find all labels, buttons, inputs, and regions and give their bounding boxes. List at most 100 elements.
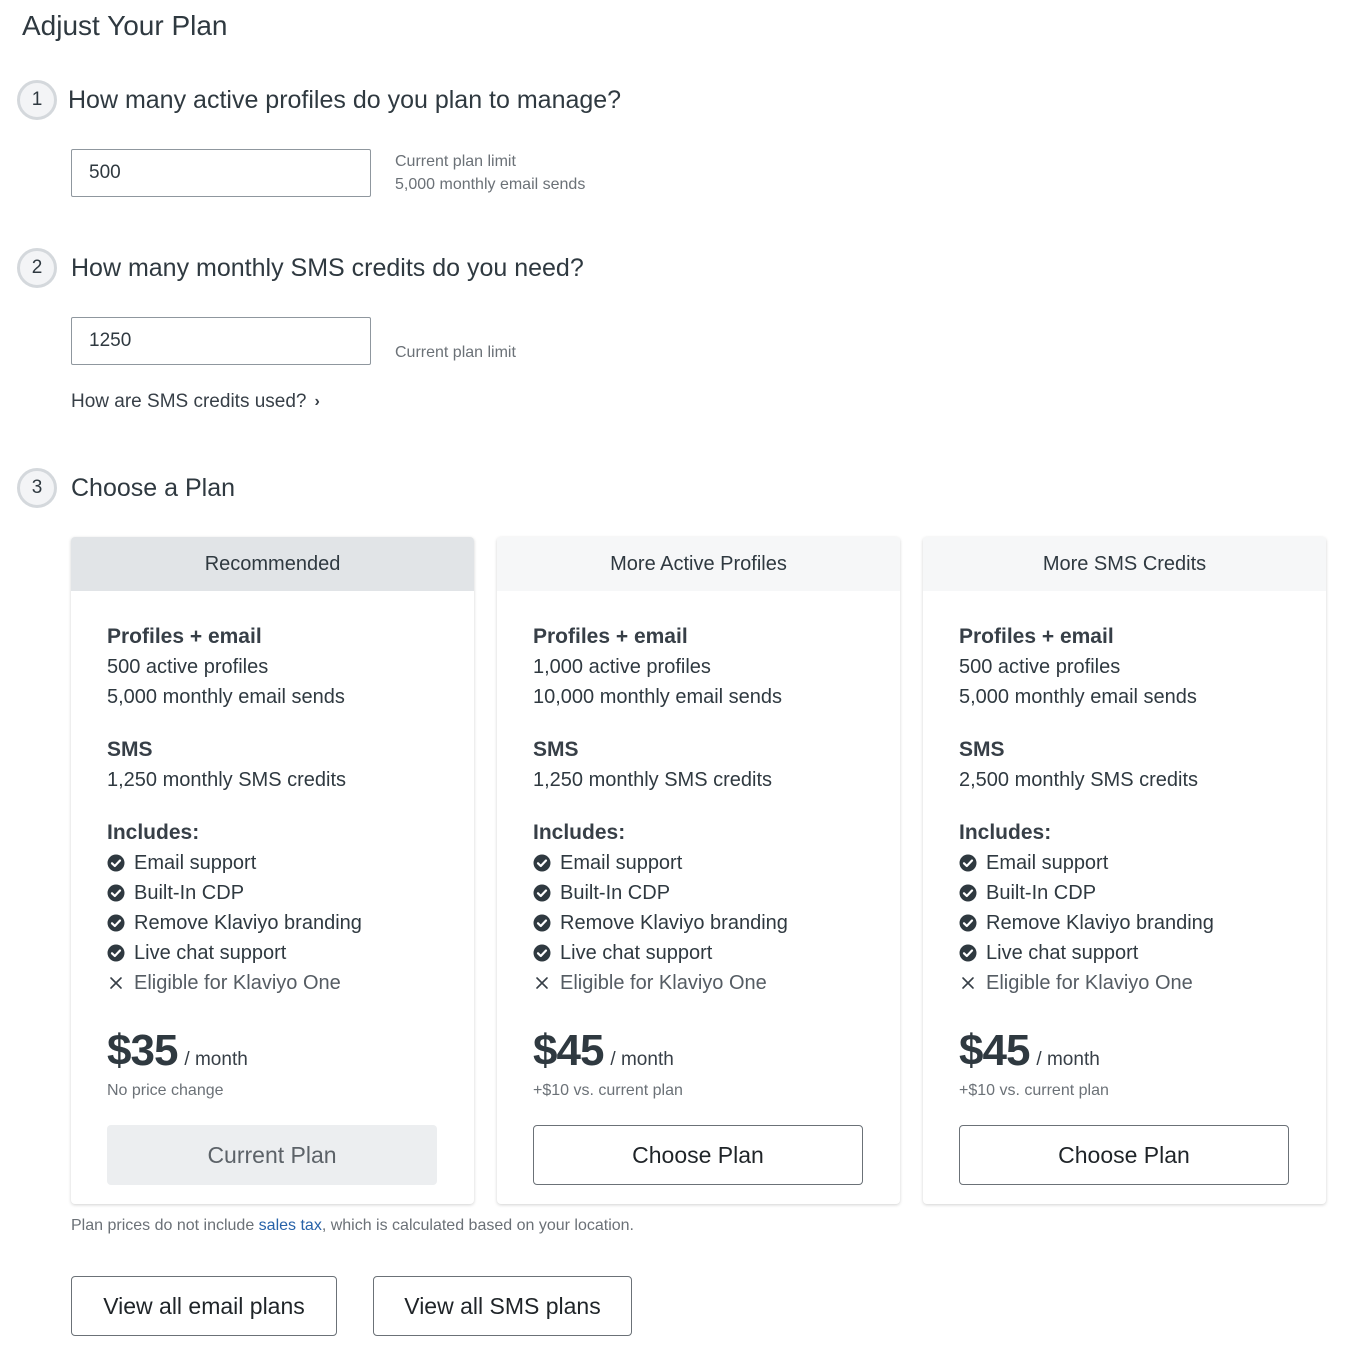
profiles-hint: Current plan limit 5,000 monthly email s… <box>395 150 585 196</box>
step-1-header: 1 How many active profiles do you plan t… <box>17 80 621 120</box>
step-2-header: 2 How many monthly SMS credits do you ne… <box>17 248 584 288</box>
sales-tax-note: Plan prices do not include sales tax, wh… <box>71 1217 634 1235</box>
feature-label: Live chat support <box>134 942 287 964</box>
plan-card-body: Profiles + email 500 active profiles 5,0… <box>71 622 474 1185</box>
check-circle-icon <box>107 944 125 962</box>
feature-item: Eligible for Klaviyo One <box>959 968 1290 998</box>
email-sends-value: 10,000 monthly email sends <box>533 686 783 708</box>
view-all-sms-plans-button[interactable]: View all SMS plans <box>373 1276 632 1336</box>
feature-label: Remove Klaviyo branding <box>134 912 362 934</box>
check-circle-icon <box>533 914 551 932</box>
sales-tax-link[interactable]: sales tax <box>259 1217 322 1234</box>
feature-label: Remove Klaviyo branding <box>986 912 1214 934</box>
sms-credits-value: 1,250 monthly SMS credits <box>533 769 772 791</box>
page-title: Adjust Your Plan <box>22 10 228 41</box>
sms-credits-input[interactable] <box>71 317 371 365</box>
hint-line: 5,000 monthly email sends <box>395 176 586 193</box>
plan-price: $45 <box>533 1026 604 1075</box>
feature-label: Live chat support <box>986 942 1139 964</box>
feature-item: Eligible for Klaviyo One <box>533 968 864 998</box>
feature-list: Email support Built-In CDP Remove Klaviyo … <box>533 848 864 998</box>
sms-link-label: How are SMS credits used? <box>71 391 307 412</box>
current-plan-button[interactable]: Current Plan <box>107 1125 437 1185</box>
feature-item: Remove Klaviyo branding <box>959 908 1290 938</box>
check-circle-icon <box>959 944 977 962</box>
check-circle-icon <box>959 854 977 872</box>
plan-price: $35 <box>107 1026 178 1075</box>
feature-label: Eligible for Klaviyo One <box>134 972 341 994</box>
tax-note-text: , which is calculated based on your loca… <box>321 1217 634 1234</box>
step-title: How many active profiles do you plan to … <box>68 85 622 114</box>
choose-plan-button[interactable]: Choose Plan <box>533 1125 863 1185</box>
feature-label: Built-In CDP <box>560 882 671 904</box>
feature-item: Remove Klaviyo branding <box>533 908 864 938</box>
active-profiles-input[interactable] <box>71 149 371 197</box>
active-profiles-value: 500 active profiles <box>959 656 1121 678</box>
price-row: $45 / month <box>533 1026 864 1076</box>
feature-label: Email support <box>134 852 257 874</box>
step-title: How many monthly SMS credits do you need… <box>71 253 584 282</box>
check-circle-icon <box>533 854 551 872</box>
profiles-section: Profiles + email 1,000 active profiles 1… <box>533 622 864 712</box>
plan-card-body: Profiles + email 500 active profiles 5,0… <box>923 622 1326 1185</box>
hint-line: Current plan limit <box>395 153 516 170</box>
email-sends-value: 5,000 monthly email sends <box>959 686 1197 708</box>
plan-card-body: Profiles + email 1,000 active profiles 1… <box>497 622 900 1185</box>
sms-section-title: SMS <box>533 738 579 761</box>
step-title: Choose a Plan <box>71 473 236 502</box>
feature-label: Built-In CDP <box>134 882 245 904</box>
plan-card-header: More SMS Credits <box>923 537 1326 591</box>
step-number-badge: 1 <box>17 80 57 120</box>
sms-section-title: SMS <box>959 738 1005 761</box>
plan-card-recommended: Recommended Profiles + email 500 active … <box>71 537 474 1204</box>
includes-title: Includes: <box>959 821 1052 844</box>
feature-label: Email support <box>986 852 1109 874</box>
price-change-note: No price change <box>107 1082 224 1099</box>
sms-section: SMS 1,250 monthly SMS credits <box>107 735 438 795</box>
feature-item: Live chat support <box>107 938 438 968</box>
feature-item: Email support <box>533 848 864 878</box>
feature-label: Remove Klaviyo branding <box>560 912 788 934</box>
sms-hint: Current plan limit <box>395 341 516 364</box>
feature-item: Built-In CDP <box>107 878 438 908</box>
check-circle-icon <box>107 854 125 872</box>
x-icon <box>107 974 125 992</box>
check-circle-icon <box>959 884 977 902</box>
choose-plan-button[interactable]: Choose Plan <box>959 1125 1289 1185</box>
step-3-header: 3 Choose a Plan <box>17 468 235 508</box>
sms-section-title: SMS <box>107 738 153 761</box>
price-period: / month <box>184 1049 248 1070</box>
check-circle-icon <box>959 914 977 932</box>
check-circle-icon <box>533 884 551 902</box>
email-sends-value: 5,000 monthly email sends <box>107 686 345 708</box>
feature-item: Eligible for Klaviyo One <box>107 968 438 998</box>
hint-line: Current plan limit <box>395 344 516 361</box>
includes-section: Includes: Email support Built-In CDP Remov… <box>107 818 438 998</box>
view-all-email-plans-button[interactable]: View all email plans <box>71 1276 337 1336</box>
price-change-note: +$10 vs. current plan <box>959 1082 1109 1099</box>
step-number-badge: 2 <box>17 248 57 288</box>
chevron-right-icon: › <box>314 393 320 410</box>
price-row: $35 / month <box>107 1026 438 1076</box>
profiles-section-title: Profiles + email <box>959 625 1114 648</box>
includes-section: Includes: Email support Built-In CDP Remov… <box>533 818 864 998</box>
sms-credits-value: 1,250 monthly SMS credits <box>107 769 346 791</box>
step-number-badge: 3 <box>17 468 57 508</box>
profiles-section: Profiles + email 500 active profiles 5,0… <box>959 622 1290 712</box>
price-period: / month <box>610 1049 674 1070</box>
profiles-section-title: Profiles + email <box>533 625 688 648</box>
feature-label: Eligible for Klaviyo One <box>560 972 767 994</box>
feature-item: Live chat support <box>533 938 864 968</box>
sms-credits-info-link[interactable]: How are SMS credits used? › <box>71 391 320 413</box>
includes-title: Includes: <box>107 821 200 844</box>
price-period: / month <box>1036 1049 1100 1070</box>
x-icon <box>533 974 551 992</box>
feature-item: Built-In CDP <box>533 878 864 908</box>
sms-section: SMS 1,250 monthly SMS credits <box>533 735 864 795</box>
check-circle-icon <box>107 914 125 932</box>
feature-item: Remove Klaviyo branding <box>107 908 438 938</box>
sms-section: SMS 2,500 monthly SMS credits <box>959 735 1290 795</box>
x-icon <box>959 974 977 992</box>
feature-label: Built-In CDP <box>986 882 1097 904</box>
feature-label: Eligible for Klaviyo One <box>986 972 1193 994</box>
